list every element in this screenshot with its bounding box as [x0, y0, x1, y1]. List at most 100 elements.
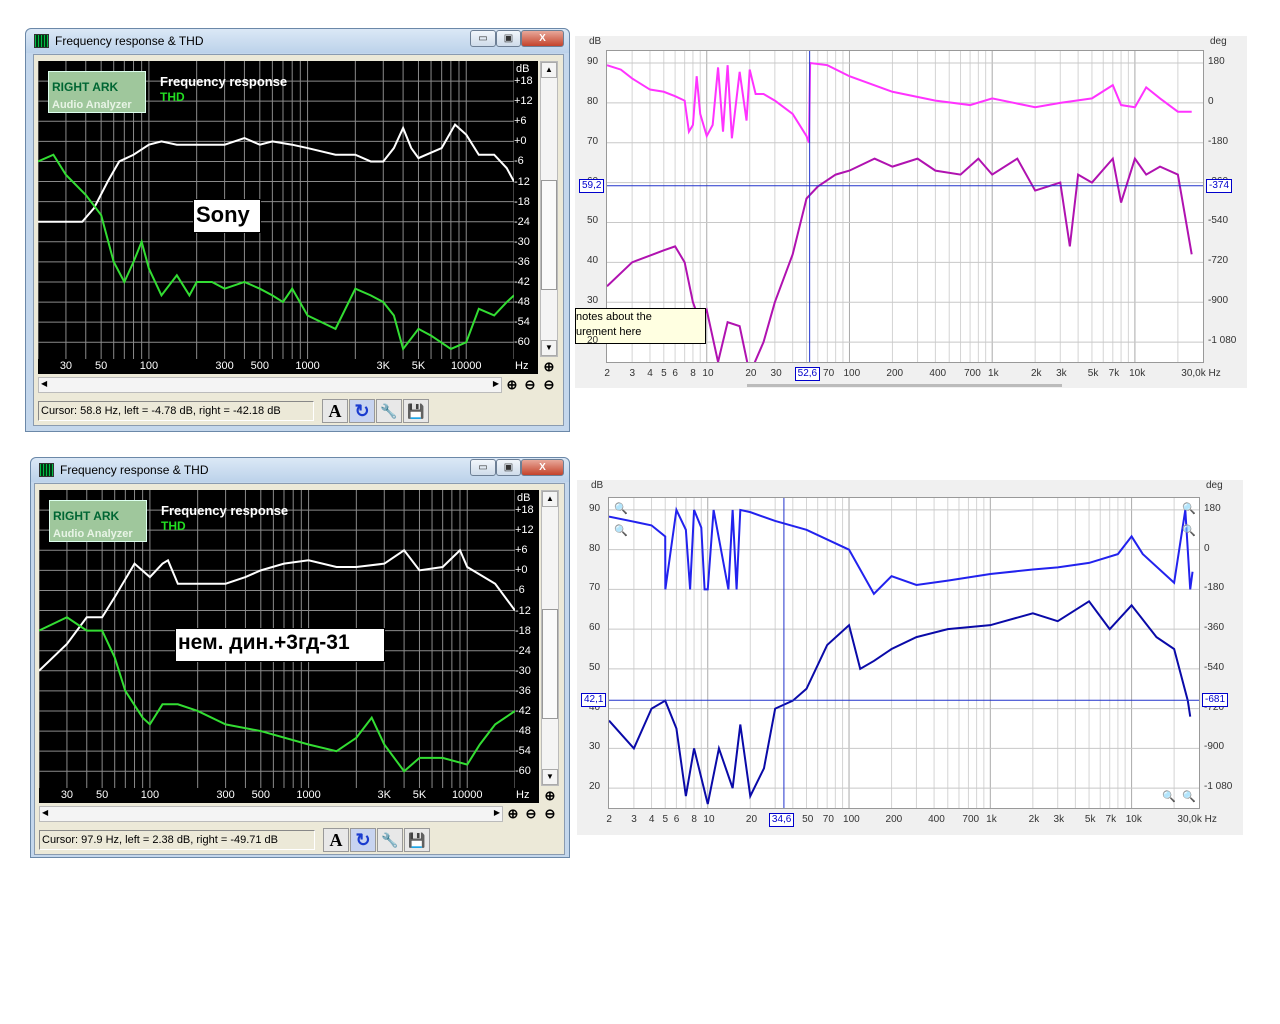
- close-button[interactable]: X: [521, 30, 564, 47]
- zoom-out-x-icon[interactable]: ⊖: [523, 806, 539, 822]
- x-tick-label: 10000: [450, 360, 482, 372]
- zoom-in-x-icon[interactable]: ⊕: [505, 806, 521, 822]
- x-tick-label: 3: [629, 368, 636, 379]
- save-button[interactable]: 💾: [404, 828, 430, 852]
- app-icon: [34, 34, 49, 48]
- y2-tick-label: 180: [1208, 55, 1225, 67]
- y2-tick-label: -1 080: [1208, 335, 1237, 347]
- scroll-thumb[interactable]: [541, 180, 557, 290]
- refresh-button[interactable]: ↻: [350, 828, 376, 852]
- zoom-out-icon[interactable]: 🔍: [1182, 524, 1196, 537]
- y-tick-label: 40: [587, 255, 599, 267]
- x-tick-label: 20: [745, 814, 758, 825]
- legend-frequency-response: Frequency response: [161, 503, 289, 518]
- scroll-thumb[interactable]: [542, 609, 558, 719]
- zoom-in-y-icon[interactable]: ⊕: [541, 359, 557, 375]
- x-axis-unit: Hz: [515, 360, 529, 372]
- y-tick-label: 20: [587, 335, 599, 347]
- scroll-down-button[interactable]: ▼: [542, 769, 558, 785]
- series-line-phase: [609, 506, 1194, 596]
- font-button[interactable]: A: [323, 828, 349, 852]
- scroll-right-button[interactable]: ▶: [493, 379, 499, 388]
- x-tick-label: 10k: [1125, 814, 1142, 825]
- y-tick-label: -42: [515, 704, 531, 717]
- settings-button[interactable]: 🔧: [376, 399, 402, 423]
- scroll-down-button[interactable]: ▼: [541, 340, 557, 356]
- x-tick-label: 2: [606, 814, 612, 825]
- series-line-magnitude: [609, 599, 1192, 805]
- x-tick-label: 200: [885, 814, 903, 825]
- zoom-in-icon[interactable]: 🔍: [1182, 790, 1196, 803]
- y-axis-unit: dB: [517, 492, 531, 504]
- x-tick-label: 20: [745, 368, 757, 379]
- maximize-button[interactable]: ▣: [496, 30, 521, 47]
- horizontal-scroll-track[interactable]: [747, 384, 1062, 387]
- zoom-in-x-icon[interactable]: ⊕: [504, 377, 520, 393]
- x-tick-label: 100: [139, 360, 159, 372]
- y-tick-label: +12: [514, 95, 533, 108]
- horizontal-scrollbar[interactable]: ◀ ▶: [39, 806, 503, 822]
- x-tick-label: 3: [631, 814, 637, 825]
- y-tick-label: 80: [589, 542, 601, 554]
- minimize-button[interactable]: ▭: [470, 459, 496, 476]
- title-bar[interactable]: Frequency response & THD ▭ ▣ X: [31, 458, 569, 482]
- title-bar[interactable]: Frequency response & THD ▭ ▣ X: [26, 29, 569, 53]
- cursor-x-readout: 52,6: [794, 367, 821, 381]
- y2-tick-label: -180: [1208, 135, 1229, 147]
- y-tick-label: -6: [514, 155, 524, 168]
- y-tick-label: 50: [589, 661, 601, 673]
- vertical-scrollbar[interactable]: ▲ ▼: [541, 490, 559, 786]
- settings-button[interactable]: 🔧: [377, 828, 403, 852]
- zoom-out-icon[interactable]: 🔍: [614, 524, 628, 537]
- rew-chart-panel-2: 🔍 🔍 🔍 🔍 🔍 🔍 dBdeg90807060504030201800-18…: [577, 480, 1243, 835]
- annotation-label: нем. дин.+3гд-31: [175, 628, 385, 662]
- x-tick-label: 3K: [376, 360, 390, 372]
- x-tick-label: 6: [673, 814, 680, 825]
- x-tick-label: 30,0k Hz: [1177, 814, 1217, 825]
- y-tick-label: -60: [515, 765, 531, 778]
- x-tick-label: 10k: [1129, 368, 1146, 379]
- plot-panel[interactable]: dB +18 +12 +6 +0 -6 -12 -18 -24 -30 -36 -42 -48 -54 -6…: [38, 61, 538, 374]
- y2-tick-label: -540: [1208, 215, 1229, 227]
- minimize-button[interactable]: ▭: [470, 30, 496, 47]
- x-tick-label: 5k: [1084, 814, 1096, 825]
- refresh-button[interactable]: ↻: [349, 399, 375, 423]
- y2-tick-label: -1 080: [1204, 781, 1233, 793]
- x-tick-label: 1000: [296, 789, 321, 801]
- zoom-out-icon[interactable]: 🔍: [1162, 790, 1176, 803]
- zoom-in-icon[interactable]: 🔍: [614, 502, 628, 515]
- plot-panel[interactable]: dB +18 +12 +6 +0 -6 -12 -18 -24 -30 -36 -42 -48 -54 -6…: [39, 490, 539, 803]
- cursor-status: Cursor: 58.8 Hz, left = -4.78 dB, right …: [38, 401, 314, 421]
- y2-tick-label: 0: [1208, 95, 1214, 107]
- y-tick-label: +0: [515, 564, 528, 577]
- zoom-in-y-icon[interactable]: ⊕: [542, 788, 558, 804]
- y2-tick-label: 0: [1204, 542, 1210, 554]
- zoom-in-icon[interactable]: 🔍: [1182, 502, 1196, 515]
- scroll-up-button[interactable]: ▲: [541, 62, 557, 78]
- scroll-up-button[interactable]: ▲: [542, 491, 558, 507]
- scroll-right-button[interactable]: ▶: [494, 808, 500, 817]
- close-button[interactable]: X: [521, 459, 564, 476]
- plot-area[interactable]: [608, 497, 1200, 809]
- scroll-left-button[interactable]: ◀: [41, 379, 47, 388]
- maximize-button[interactable]: ▣: [496, 459, 521, 476]
- x-tick-label: 100: [140, 789, 160, 801]
- y2-axis-unit: deg: [1210, 36, 1227, 47]
- y2-tick-label: -900: [1208, 295, 1229, 307]
- x-tick-label: 400: [928, 814, 945, 825]
- legend-frequency-response: Frequency response: [160, 74, 288, 89]
- y-tick-label: -48: [514, 296, 530, 309]
- zoom-out-y-icon[interactable]: ⊖: [541, 377, 557, 393]
- zoom-out-x-icon[interactable]: ⊖: [522, 377, 538, 393]
- save-button[interactable]: 💾: [403, 399, 429, 423]
- font-button[interactable]: A: [322, 399, 348, 423]
- vertical-scrollbar[interactable]: ▲ ▼: [540, 61, 558, 357]
- scroll-left-button[interactable]: ◀: [42, 808, 48, 817]
- window-title: Frequency response & THD: [60, 463, 209, 477]
- cursor-y-readout: 59,2: [579, 178, 605, 193]
- horizontal-scrollbar[interactable]: ◀ ▶: [38, 377, 502, 393]
- y2-tick-label: -900: [1204, 741, 1225, 753]
- x-tick-label: 1000: [295, 360, 320, 372]
- zoom-out-y-icon[interactable]: ⊖: [542, 806, 558, 822]
- x-tick-label: 4: [648, 814, 655, 825]
